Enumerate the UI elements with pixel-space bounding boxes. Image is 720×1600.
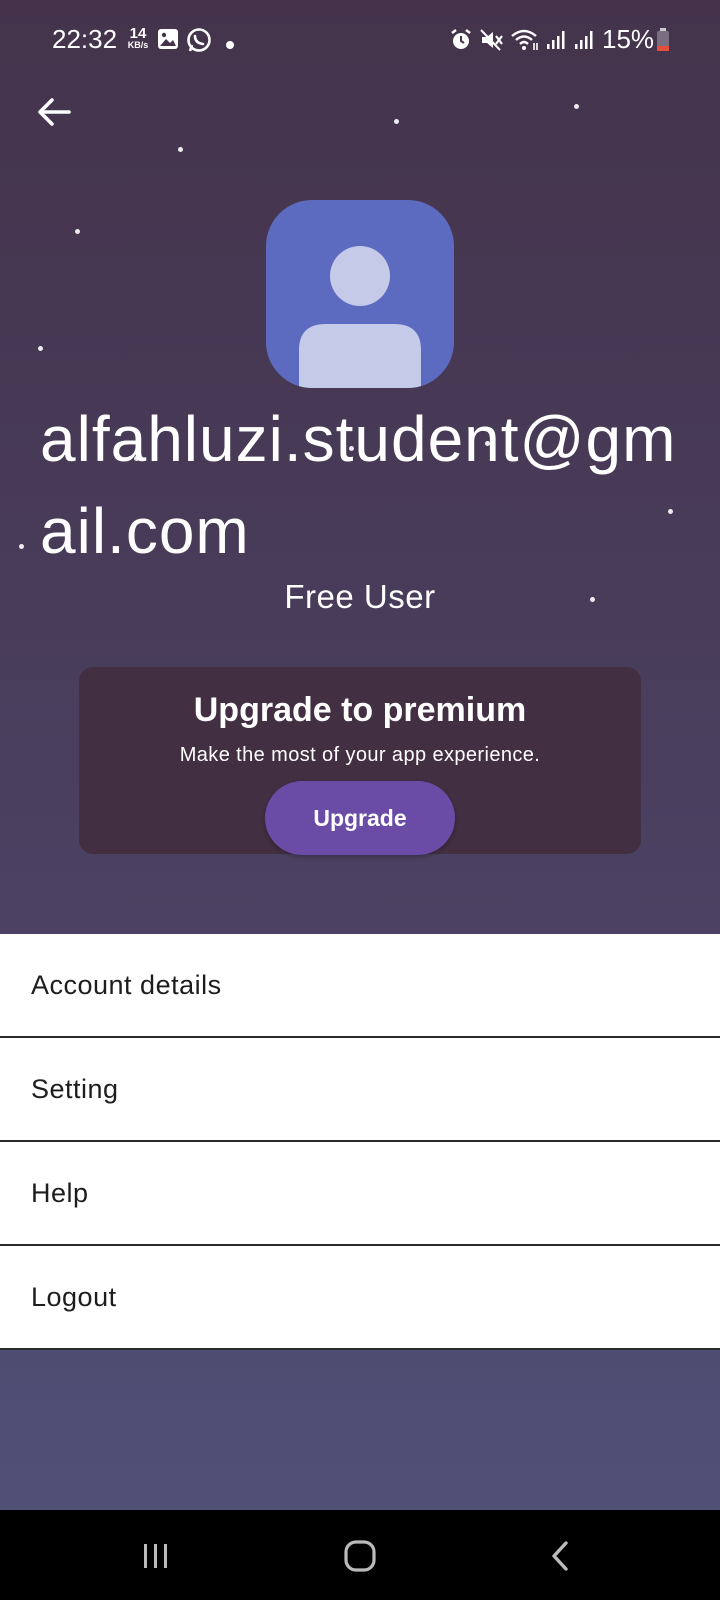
- profile-menu: Account details Setting Help Logout: [0, 934, 720, 1350]
- upgrade-button[interactable]: Upgrade: [265, 781, 455, 855]
- mute-icon: [480, 29, 504, 56]
- battery-percentage: 15%: [602, 24, 655, 54]
- home-button[interactable]: [330, 1532, 390, 1580]
- star-decoration: [394, 119, 399, 124]
- notification-dot-icon: [226, 36, 234, 54]
- battery-icon: [656, 28, 670, 57]
- user-email: alfahluzi.student@gmail.com: [40, 403, 677, 567]
- status-time: 22:32: [52, 24, 118, 54]
- nav-back-button[interactable]: [530, 1532, 590, 1580]
- back-arrow-icon: [38, 98, 71, 126]
- star-decoration: [574, 104, 579, 109]
- network-speed-unit: KB/s: [127, 40, 149, 50]
- whatsapp-icon: [186, 27, 212, 58]
- recent-apps-icon: [144, 1544, 167, 1568]
- avatar[interactable]: [266, 200, 454, 388]
- signal-icon-2: [574, 30, 594, 55]
- premium-subtitle: Make the most of your app experience.: [179, 744, 541, 766]
- wifi-icon: [510, 28, 540, 57]
- recent-apps-button[interactable]: [126, 1532, 186, 1580]
- system-nav-bar: [0, 1510, 720, 1600]
- signal-icon: [546, 30, 566, 55]
- premium-card: Upgrade to premium Make the most of your…: [79, 667, 641, 855]
- star-decoration: [38, 346, 43, 351]
- menu-item-logout[interactable]: Logout: [0, 1246, 720, 1350]
- network-speed-value: 14: [129, 25, 147, 42]
- nav-back-icon: [552, 1541, 568, 1571]
- network-speed: 14 KB/s: [123, 26, 153, 50]
- premium-title: Upgrade to premium: [193, 691, 527, 729]
- star-decoration: [178, 147, 183, 152]
- status-bar: 22:32 14 KB/s 15%: [0, 0, 720, 84]
- star-decoration: [19, 544, 24, 549]
- back-button[interactable]: [32, 90, 76, 134]
- menu-item-account-details[interactable]: Account details: [0, 934, 720, 1038]
- gallery-icon: [157, 28, 179, 55]
- home-icon: [344, 1540, 376, 1572]
- user-tier: Free User: [284, 578, 436, 615]
- menu-item-help[interactable]: Help: [0, 1142, 720, 1246]
- menu-item-setting[interactable]: Setting: [0, 1038, 720, 1142]
- alarm-icon: [450, 28, 472, 57]
- person-icon: [299, 246, 421, 388]
- star-decoration: [75, 229, 80, 234]
